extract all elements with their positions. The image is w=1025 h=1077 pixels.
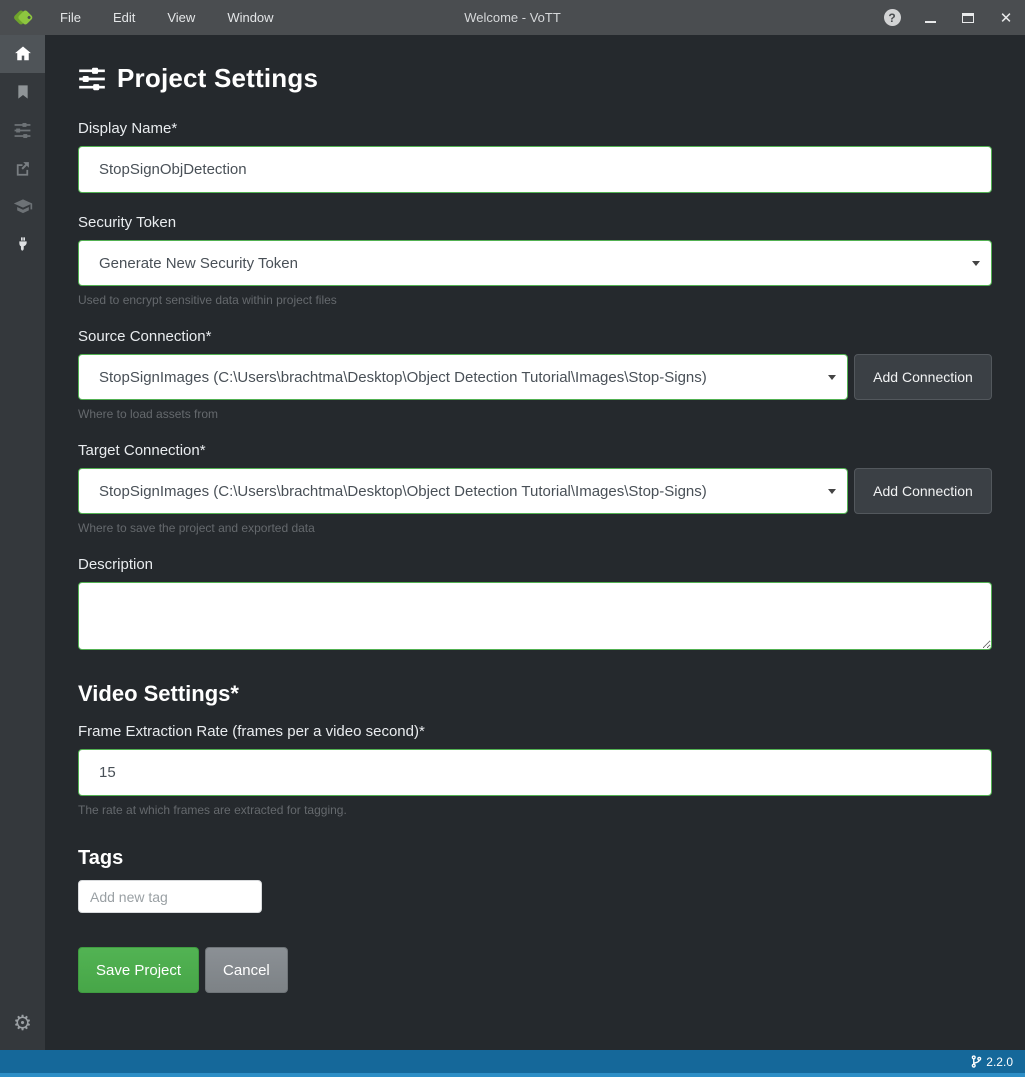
close-icon: ✕ (1000, 9, 1013, 27)
target-connection-select[interactable]: StopSignImages (C:\Users\brachtma\Deskto… (78, 468, 848, 514)
chevron-down-icon (828, 375, 836, 380)
frame-rate-input[interactable] (78, 749, 992, 796)
source-add-connection-button[interactable]: Add Connection (854, 354, 992, 400)
menu-file[interactable]: File (48, 0, 93, 35)
close-button[interactable]: ✕ (987, 0, 1025, 35)
menu-edit[interactable]: Edit (101, 0, 147, 35)
external-link-icon (14, 160, 31, 177)
security-token-select[interactable]: Generate New Security Token (78, 240, 992, 286)
display-name-label: Display Name* (78, 120, 992, 137)
sidebar-item-export[interactable] (0, 149, 45, 187)
project-settings-icon (78, 65, 106, 93)
sliders-icon (13, 121, 32, 140)
help-button[interactable]: ? (873, 0, 911, 35)
frame-rate-label: Frame Extraction Rate (frames per a vide… (78, 723, 992, 740)
add-tag-input[interactable] (78, 880, 262, 913)
cancel-button[interactable]: Cancel (205, 947, 288, 993)
security-token-label: Security Token (78, 214, 992, 231)
bookmark-icon (15, 83, 31, 101)
sidebar-item-bookmark[interactable] (0, 73, 45, 111)
page-title: Project Settings (117, 63, 318, 94)
maximize-icon (962, 13, 974, 23)
security-token-selected-value: Generate New Security Token (99, 255, 298, 272)
titlebar: File Edit View Window Welcome - VoTT ? ✕ (0, 0, 1025, 35)
source-connection-field: Source Connection* StopSignImages (C:\Us… (78, 328, 992, 421)
statusbar-accent (0, 1073, 1025, 1077)
app-version: 2.2.0 (986, 1055, 1013, 1069)
help-icon: ? (884, 9, 901, 26)
menu-view[interactable]: View (155, 0, 207, 35)
sidebar-item-plugins[interactable] (0, 225, 45, 263)
target-connection-selected-value: StopSignImages (C:\Users\brachtma\Deskto… (99, 483, 707, 500)
menubar: File Edit View Window (48, 0, 286, 35)
target-connection-field: Target Connection* StopSignImages (C:\Us… (78, 442, 992, 535)
git-branch-icon (971, 1055, 982, 1068)
tags-heading: Tags (78, 847, 992, 870)
chevron-down-icon (972, 261, 980, 266)
sidebar-item-settings[interactable] (0, 111, 45, 149)
sidebar-item-app-settings[interactable]: ⚙ (0, 1004, 45, 1042)
source-connection-label: Source Connection* (78, 328, 992, 345)
page-header: Project Settings (78, 63, 992, 94)
vott-logo-icon (13, 7, 34, 28)
target-add-connection-button[interactable]: Add Connection (854, 468, 992, 514)
sidebar: ⚙ (0, 35, 45, 1050)
description-textarea[interactable] (78, 582, 992, 650)
gear-icon: ⚙ (13, 1011, 32, 1036)
source-connection-selected-value: StopSignImages (C:\Users\brachtma\Deskto… (99, 369, 707, 386)
menu-window[interactable]: Window (215, 0, 285, 35)
sidebar-item-home[interactable] (0, 35, 45, 73)
description-label: Description (78, 556, 992, 573)
home-icon (13, 44, 33, 64)
frame-rate-help: The rate at which frames are extracted f… (78, 803, 992, 817)
statusbar: 2.2.0 (0, 1050, 1025, 1077)
window-controls: ? ✕ (873, 0, 1025, 35)
description-field: Description (78, 556, 992, 655)
display-name-field: Display Name* (78, 120, 992, 193)
source-connection-select[interactable]: StopSignImages (C:\Users\brachtma\Deskto… (78, 354, 848, 400)
target-connection-label: Target Connection* (78, 442, 992, 459)
display-name-input[interactable] (78, 146, 992, 193)
security-token-help: Used to encrypt sensitive data within pr… (78, 293, 992, 307)
source-connection-help: Where to load assets from (78, 407, 992, 421)
minimize-icon (925, 21, 936, 23)
save-project-button[interactable]: Save Project (78, 947, 199, 993)
chevron-down-icon (828, 489, 836, 494)
security-token-field: Security Token Generate New Security Tok… (78, 214, 992, 307)
minimize-button[interactable] (911, 0, 949, 35)
video-settings-heading: Video Settings* (78, 681, 992, 707)
plug-icon (15, 235, 31, 253)
target-connection-help: Where to save the project and exported d… (78, 521, 992, 535)
maximize-button[interactable] (949, 0, 987, 35)
graduation-cap-icon (13, 196, 33, 216)
form-actions: Save Project Cancel (78, 947, 992, 993)
project-settings-page: Project Settings Display Name* Security … (45, 35, 1025, 1050)
frame-rate-field: Frame Extraction Rate (frames per a vide… (78, 723, 992, 817)
sidebar-item-learning[interactable] (0, 187, 45, 225)
